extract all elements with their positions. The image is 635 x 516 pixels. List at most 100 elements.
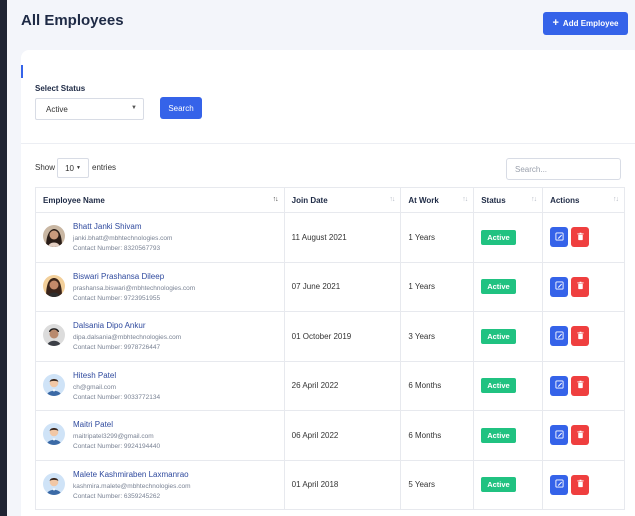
employee-contact: Contact Number: 9723951955 (73, 294, 161, 302)
entries-select[interactable]: 10 ▼ (57, 158, 89, 178)
caret-down-icon: ▼ (131, 105, 137, 111)
sort-icon: ↑↓ (389, 196, 395, 203)
edit-button[interactable] (550, 227, 569, 248)
employees-table: Employee Name ↑↓ Join Date ↑↓ At Work ↑↓ St… (35, 187, 625, 510)
trash-icon (576, 479, 585, 490)
col-at-work[interactable]: At Work ↑↓ (400, 187, 475, 213)
employee-cell: Malete Kashmiraben Laxmanrao kashmira.ma… (35, 459, 285, 510)
status-cell: Active (473, 459, 544, 510)
add-employee-label: Add Employee (562, 19, 619, 28)
edit-button[interactable] (550, 276, 569, 297)
join-date-cell: 26 April 2022 (283, 360, 402, 411)
table-body: Bhatt Janki Shivam janki.bhatt@mbhtechno… (35, 212, 625, 510)
col-status[interactable]: Status ↑↓ (473, 187, 544, 213)
employee-cell: Dalsania Dipo Ankur dipa.dalsania@mbhtec… (35, 311, 285, 362)
status-badge: Active (481, 279, 516, 295)
col-actions[interactable]: Actions ↑↓ (542, 187, 625, 213)
actions-cell (542, 261, 625, 312)
sidebar-edge (0, 0, 7, 516)
sort-icon: ↑↓ (531, 196, 537, 203)
at-work-cell: 3 Years (400, 311, 475, 362)
trash-icon (576, 380, 585, 391)
employee-name-link[interactable]: Hitesh Patel (73, 371, 160, 380)
avatar (43, 274, 65, 297)
trash-icon (576, 281, 585, 292)
table-row: Bhatt Janki Shivam janki.bhatt@mbhtechno… (35, 212, 625, 263)
sort-icon: ↑↓ (462, 196, 468, 203)
status-badge: Active (481, 328, 516, 344)
delete-button[interactable] (571, 375, 590, 396)
employee-name-link[interactable]: Dalsania Dipo Ankur (73, 321, 181, 330)
edit-icon (555, 430, 564, 441)
col-employee-name[interactable]: Employee Name ↑↓ (35, 187, 285, 213)
plus-icon: + (552, 17, 559, 29)
join-date-cell: 06 April 2022 (283, 410, 402, 461)
employee-cell: Maitri Patel maitripatel3299@gmail.com C… (35, 410, 285, 461)
status-badge: Active (481, 427, 516, 443)
employee-name-link[interactable]: Biswari Prashansa Dileep (73, 272, 195, 281)
employee-name-link[interactable]: Malete Kashmiraben Laxmanrao (73, 470, 191, 479)
sort-icon: ↑↓ (613, 196, 619, 203)
table-search-input[interactable] (506, 158, 621, 180)
delete-button[interactable] (571, 425, 590, 446)
col-join-date[interactable]: Join Date ↑↓ (283, 187, 402, 213)
at-work-cell: 1 Years (400, 212, 475, 263)
trash-icon (576, 331, 585, 342)
entries-label: entries (92, 163, 117, 172)
status-cell: Active (473, 410, 544, 461)
search-button[interactable]: Search (160, 97, 202, 119)
employee-cell: Biswari Prashansa Dileep prashansa.biswa… (35, 261, 285, 312)
delete-button[interactable] (571, 276, 590, 297)
table-row: Hitesh Patel ch@gmail.com Contact Number… (35, 360, 625, 411)
edit-button[interactable] (550, 326, 569, 347)
edit-icon (555, 380, 564, 391)
avatar (43, 423, 65, 446)
at-work-cell: 6 Months (400, 410, 475, 461)
page-title: All Employees (21, 12, 124, 29)
table-row: Malete Kashmiraben Laxmanrao kashmira.ma… (35, 459, 625, 510)
actions-cell (542, 459, 625, 510)
edit-button[interactable] (550, 474, 569, 495)
status-cell: Active (473, 311, 544, 362)
table-row: Biswari Prashansa Dileep prashansa.biswa… (35, 261, 625, 312)
delete-button[interactable] (571, 474, 590, 495)
delete-button[interactable] (571, 326, 590, 347)
employee-email: janki.bhatt@mbhtechnologies.com (73, 235, 173, 243)
join-date-cell: 01 April 2018 (283, 459, 402, 510)
employee-contact: Contact Number: 6359245262 (73, 492, 161, 500)
employee-email: dipa.dalsania@mbhtechnologies.com (73, 334, 182, 342)
status-cell: Active (473, 261, 544, 312)
employee-cell: Bhatt Janki Shivam janki.bhatt@mbhtechno… (35, 212, 285, 263)
status-select[interactable]: Active ▼ (35, 98, 144, 120)
edit-button[interactable] (550, 425, 569, 446)
join-date-cell: 07 June 2021 (283, 261, 402, 312)
at-work-cell: 1 Years (400, 261, 475, 312)
add-employee-button[interactable]: + Add Employee (543, 12, 628, 35)
employee-name-link[interactable]: Maitri Patel (73, 420, 160, 429)
employee-contact: Contact Number: 9033772134 (73, 393, 161, 401)
status-cell: Active (473, 360, 544, 411)
employees-card: Select Status Active ▼ Search Show 10 ▼ … (21, 50, 635, 516)
edit-icon (555, 331, 564, 342)
edit-button[interactable] (550, 375, 569, 396)
status-cell: Active (473, 212, 544, 263)
status-filter-label: Select Status (35, 84, 86, 93)
status-badge: Active (481, 378, 516, 394)
actions-cell (542, 360, 625, 411)
status-badge: Active (481, 229, 516, 245)
table-row: Dalsania Dipo Ankur dipa.dalsania@mbhtec… (35, 311, 625, 362)
delete-button[interactable] (571, 227, 590, 248)
employee-email: prashansa.biswari@mbhtechnologies.com (73, 284, 196, 292)
actions-cell (542, 311, 625, 362)
employee-contact: Contact Number: 9924194440 (73, 443, 161, 451)
divider (21, 143, 635, 144)
avatar (43, 472, 65, 495)
avatar (43, 225, 65, 248)
join-date-cell: 11 August 2021 (283, 212, 402, 263)
at-work-cell: 6 Months (400, 360, 475, 411)
employee-contact: Contact Number: 9978726447 (73, 344, 161, 352)
trash-icon (576, 430, 585, 441)
employee-contact: Contact Number: 8320567793 (73, 245, 161, 253)
status-select-value: Active (46, 104, 68, 114)
employee-name-link[interactable]: Bhatt Janki Shivam (73, 222, 172, 231)
